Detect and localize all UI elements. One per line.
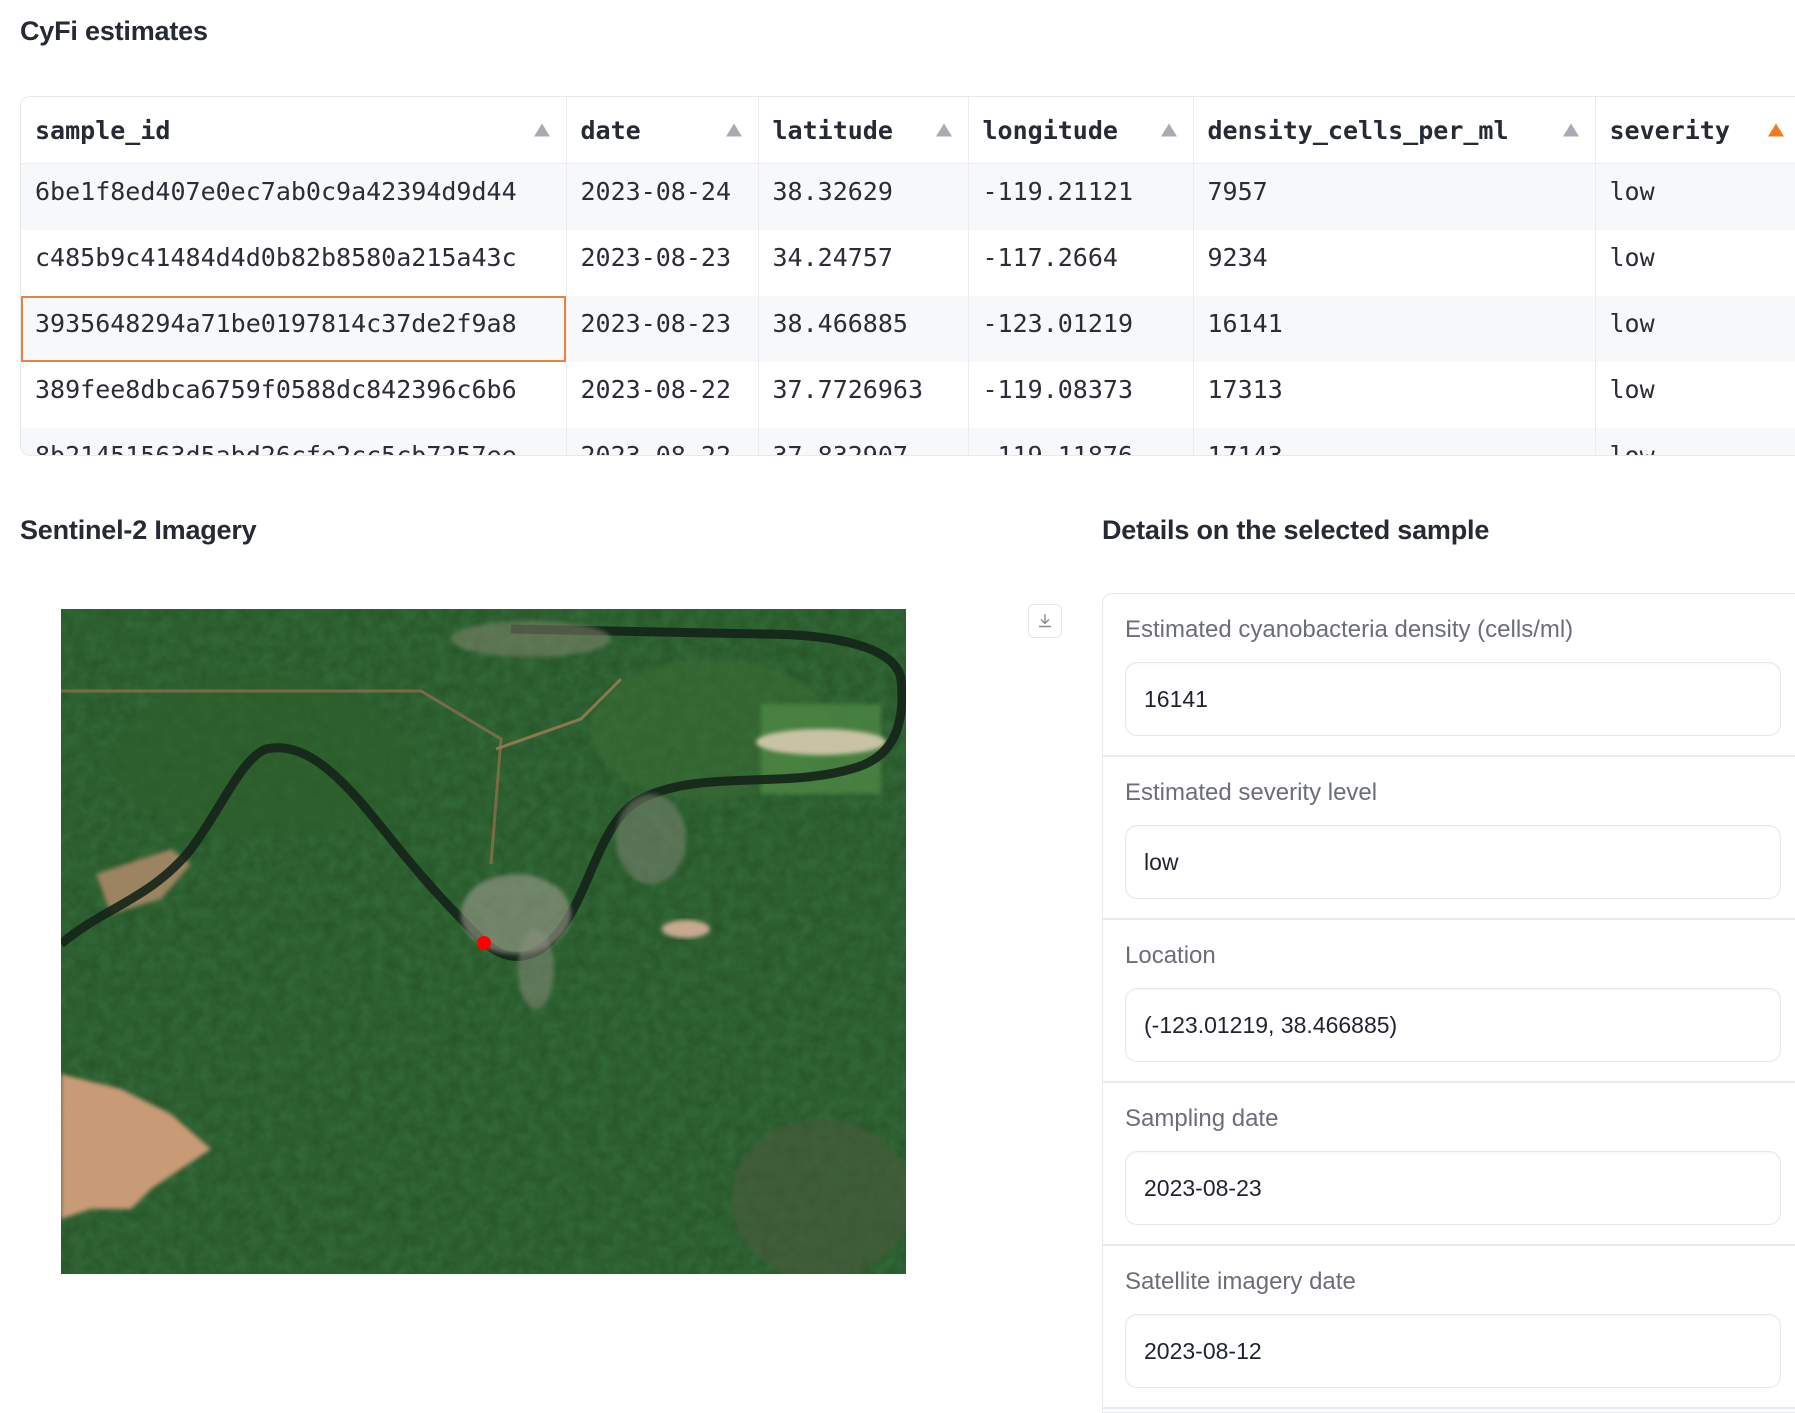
table-cell-longitude[interactable]: -119.21121: [968, 163, 1194, 230]
detail-field-label: Sampling date: [1125, 1105, 1279, 1132]
detail-field-label: Satellite imagery date: [1125, 1268, 1356, 1295]
details-panel: Estimated cyanobacteria density (cells/m…: [1102, 593, 1795, 1413]
table-cell-severity[interactable]: low: [1595, 230, 1795, 296]
sort-arrow-icon[interactable]: [725, 123, 742, 137]
table-cell-density-cells-per-ml[interactable]: 17143: [1193, 428, 1596, 455]
sort-arrow-active-icon[interactable]: [1767, 123, 1784, 137]
table-cell-sample-id[interactable]: c485b9c41484d4d0b82b8580a215a43c: [21, 230, 567, 296]
table-cell-latitude[interactable]: 38.466885: [758, 296, 969, 362]
table-cell-severity[interactable]: low: [1595, 428, 1795, 455]
table-cell-density-cells-per-ml[interactable]: 7957: [1193, 163, 1596, 230]
detail-field-label: Location: [1125, 942, 1216, 969]
table-cell-latitude[interactable]: 38.32629: [758, 163, 969, 230]
download-icon: [1039, 614, 1051, 628]
bare-ground: [662, 920, 710, 938]
table-cell-longitude[interactable]: -119.11876: [968, 428, 1194, 455]
detail-field-value[interactable]: low: [1125, 825, 1781, 899]
satellite-image: [61, 609, 906, 1274]
detail-field-label: Estimated cyanobacteria density (cells/m…: [1125, 616, 1574, 643]
detail-field-value[interactable]: 16141: [1125, 662, 1781, 736]
table-cell-latitude[interactable]: 34.24757: [758, 230, 969, 296]
detail-field-value[interactable]: (-123.01219, 38.466885): [1125, 988, 1781, 1062]
table-cell-sample-id[interactable]: 6be1f8ed407e0ec7ab0c9a42394d9d44: [21, 163, 567, 230]
table-cell-severity[interactable]: low: [1595, 296, 1795, 362]
table-cell-latitude[interactable]: 37.832907: [758, 428, 969, 455]
detail-field-value[interactable]: 2023-08-12: [1125, 1314, 1781, 1388]
table-cell-severity[interactable]: low: [1595, 163, 1795, 230]
detail-field-label: Estimated severity level: [1125, 779, 1378, 806]
table-cell-sample-id[interactable]: 389fee8dbca6759f0588dc842396c6b6: [21, 362, 567, 428]
table-cell-sample-id[interactable]: 8b21451563d5abd26cfe2cc5cb7257ee: [21, 428, 567, 455]
detail-field: Estimated severity level low: [1103, 757, 1795, 920]
table-row[interactable]: 389fee8dbca6759f0588dc842396c6b6 2023-08-…: [21, 362, 1795, 428]
reservoir: [756, 729, 886, 755]
detail-field: Location (-123.01219, 38.466885): [1103, 920, 1795, 1083]
table-row[interactable]: 8b21451563d5abd26cfe2cc5cb7257ee 2023-08-…: [21, 428, 1795, 455]
table-cell-longitude[interactable]: -123.01219: [968, 296, 1194, 362]
table-cell-longitude[interactable]: -119.08373: [968, 362, 1194, 428]
satellite-image-render: [61, 609, 906, 1274]
column-header-severity[interactable]: severity: [1595, 97, 1795, 164]
table-cell-longitude[interactable]: -117.2664: [968, 230, 1194, 296]
column-header-date[interactable]: date: [566, 97, 759, 164]
sort-arrow-icon[interactable]: [935, 123, 952, 137]
town: [616, 794, 686, 884]
table-cell-severity[interactable]: low: [1595, 362, 1795, 428]
column-header-sample-id[interactable]: sample_id: [21, 97, 567, 164]
section-title-details: Details on the selected sample: [1102, 515, 1490, 545]
sort-arrow-icon[interactable]: [533, 123, 550, 137]
column-header-density[interactable]: density_cells_per_ml: [1193, 97, 1596, 164]
town: [451, 621, 611, 657]
download-button[interactable]: [1028, 604, 1062, 638]
table-cell-date[interactable]: 2023-08-24: [566, 163, 759, 230]
table-header-row: sample_id date latitude longitude densit…: [21, 97, 1795, 164]
table-cell-date[interactable]: 2023-08-23: [566, 296, 759, 362]
table-row[interactable]: c485b9c41484d4d0b82b8580a215a43c 2023-08-…: [21, 230, 1795, 296]
detail-field: Sampling date 2023-08-23: [1103, 1083, 1795, 1246]
column-header-latitude[interactable]: latitude: [758, 97, 969, 164]
table-cell-date[interactable]: 2023-08-23: [566, 230, 759, 296]
sort-arrow-icon[interactable]: [1160, 123, 1177, 137]
table-cell-date[interactable]: 2023-08-22: [566, 362, 759, 428]
section-title-imagery: Sentinel-2 Imagery: [20, 515, 257, 545]
section-title-estimates: CyFi estimates: [20, 16, 208, 46]
table-cell-date[interactable]: 2023-08-22: [566, 428, 759, 455]
table-row[interactable]: 3935648294a71be0197814c37de2f9a8 2023-08-…: [21, 296, 1795, 362]
detail-field-value[interactable]: 2023-08-23: [1125, 1151, 1781, 1225]
table-cell-density-cells-per-ml[interactable]: 9234: [1193, 230, 1596, 296]
sort-arrow-icon[interactable]: [1562, 123, 1579, 137]
table-row[interactable]: 6be1f8ed407e0ec7ab0c9a42394d9d44 2023-08-…: [21, 163, 1795, 230]
column-header-longitude[interactable]: longitude: [968, 97, 1194, 164]
table-cell-sample-id[interactable]: 3935648294a71be0197814c37de2f9a8: [21, 296, 567, 362]
table-cell-latitude[interactable]: 37.7726963: [758, 362, 969, 428]
sample-location-marker: [477, 936, 491, 950]
table-cell-density-cells-per-ml[interactable]: 16141: [1193, 296, 1596, 362]
estimates-table[interactable]: sample_id date latitude longitude densit…: [20, 96, 1795, 456]
town: [518, 929, 554, 1009]
table-cell-density-cells-per-ml[interactable]: 17313: [1193, 362, 1596, 428]
detail-field: Satellite imagery date 2023-08-12: [1103, 1246, 1795, 1409]
detail-field: Estimated cyanobacteria density (cells/m…: [1103, 594, 1795, 757]
